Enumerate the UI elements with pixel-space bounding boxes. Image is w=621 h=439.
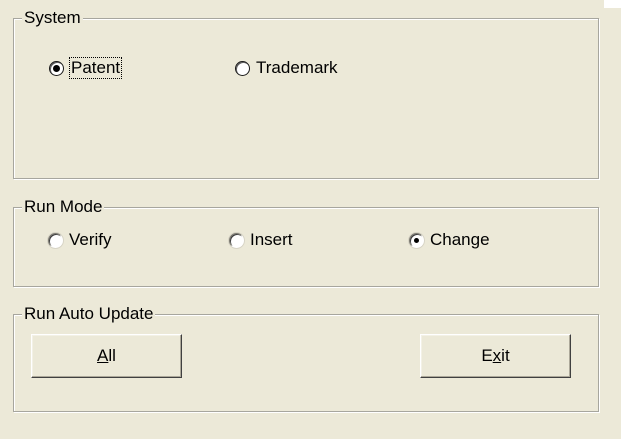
radio-trademark[interactable]: Trademark bbox=[235, 58, 338, 78]
radio-verify[interactable]: Verify bbox=[48, 230, 112, 250]
radio-patent-label[interactable]: Patent bbox=[68, 57, 123, 79]
radio-selected-dot-icon bbox=[414, 237, 419, 243]
all-button-label-rest: ll bbox=[108, 346, 116, 365]
radio-verify-label[interactable]: Verify bbox=[69, 230, 112, 250]
radio-selected-dot-icon bbox=[53, 64, 60, 72]
exit-button-label-pre: E bbox=[481, 346, 493, 365]
radio-patent[interactable]: Patent bbox=[49, 57, 123, 79]
run-mode-group: Run Mode Verify Insert Change bbox=[13, 197, 599, 287]
radio-trademark-label[interactable]: Trademark bbox=[256, 58, 338, 78]
all-button[interactable]: All bbox=[31, 334, 182, 378]
radio-insert-label[interactable]: Insert bbox=[250, 230, 293, 250]
system-group-title: System bbox=[22, 8, 83, 28]
window-corner bbox=[604, 0, 621, 8]
run-auto-update-group-title: Run Auto Update bbox=[22, 304, 156, 324]
system-group: System Patent Trademark bbox=[13, 8, 599, 179]
radio-insert-circle-icon[interactable] bbox=[229, 232, 244, 248]
radio-patent-circle-icon[interactable] bbox=[49, 60, 64, 76]
run-mode-group-title: Run Mode bbox=[22, 197, 105, 217]
radio-change-circle-icon[interactable] bbox=[409, 232, 424, 248]
radio-insert[interactable]: Insert bbox=[229, 230, 293, 250]
exit-button-accel: x bbox=[492, 346, 502, 365]
radio-change-label[interactable]: Change bbox=[430, 230, 490, 250]
radio-verify-circle-icon[interactable] bbox=[48, 232, 63, 248]
radio-trademark-circle-icon[interactable] bbox=[235, 60, 250, 76]
all-button-accel: A bbox=[97, 346, 109, 365]
exit-button[interactable]: Ex it bbox=[420, 334, 571, 378]
radio-change[interactable]: Change bbox=[409, 230, 490, 250]
exit-button-label-post: it bbox=[501, 346, 510, 365]
